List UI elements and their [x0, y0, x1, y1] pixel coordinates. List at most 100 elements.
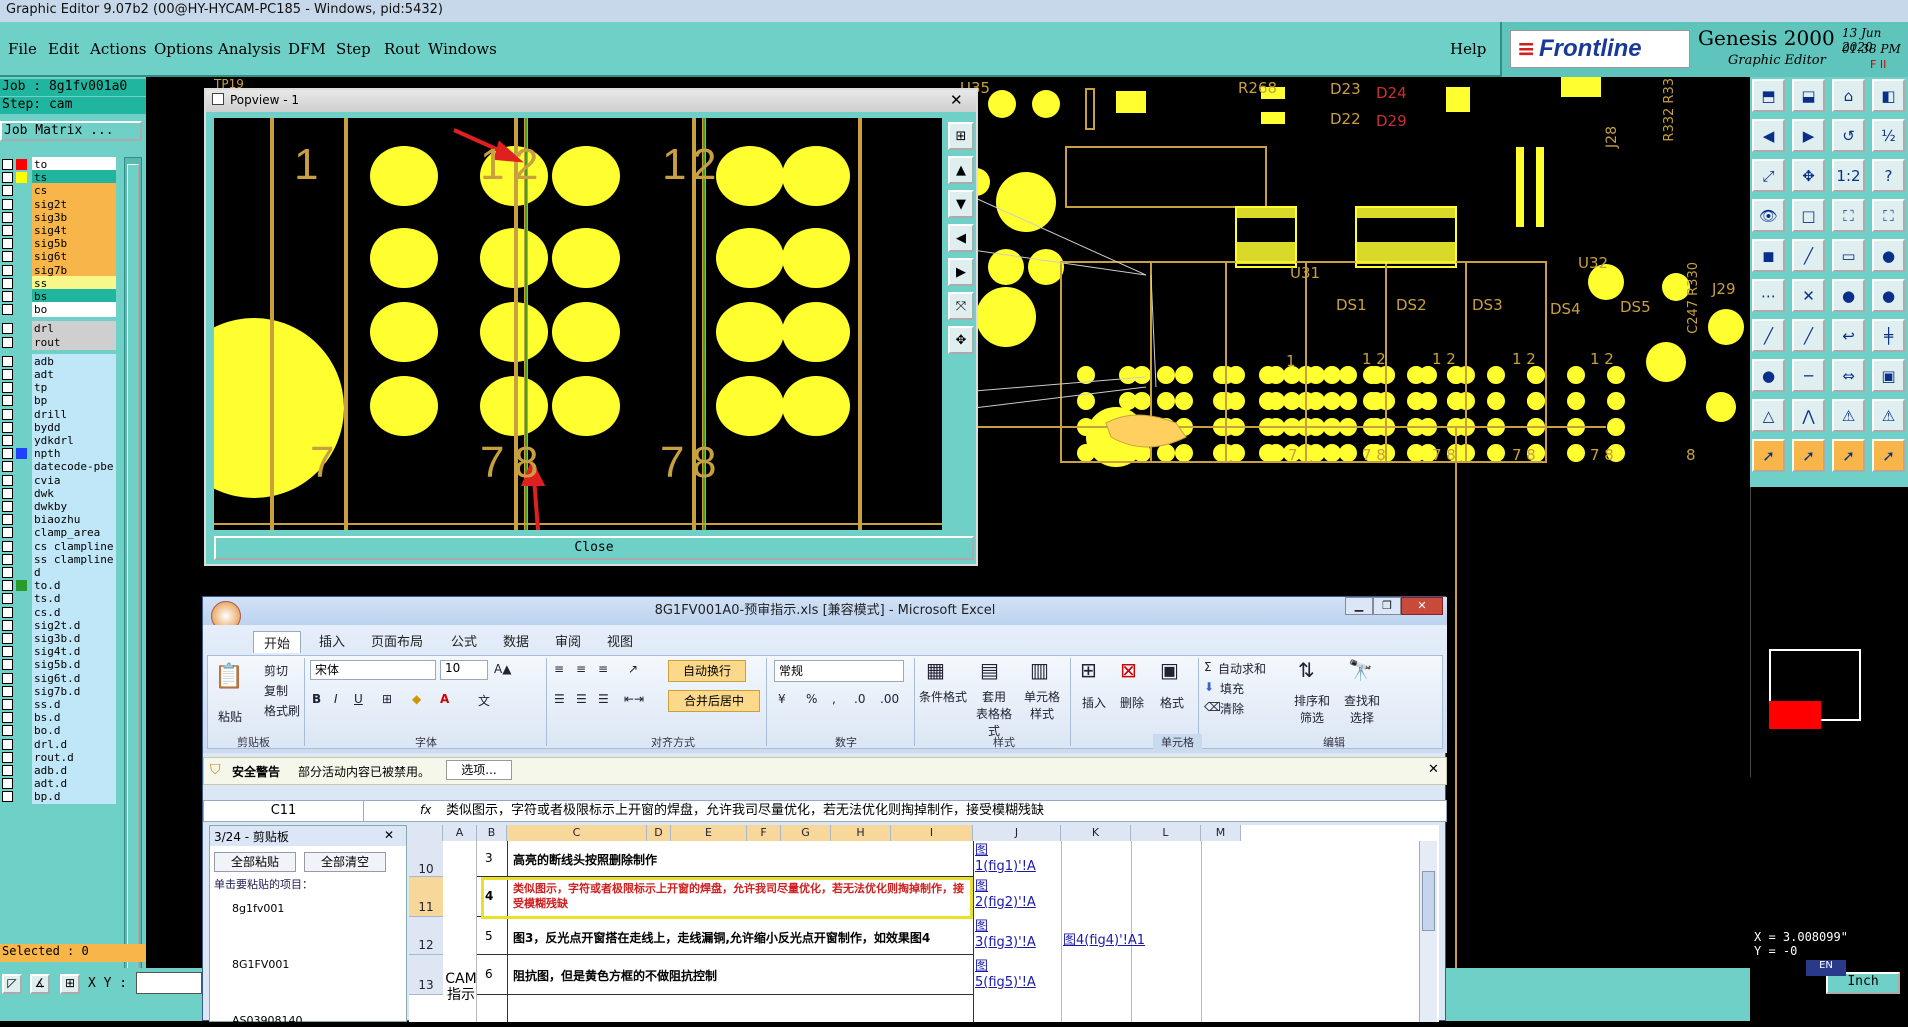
- link-fig2[interactable]: 图 2(fig2)'!A: [975, 879, 1036, 911]
- link-fig5[interactable]: 图 5(fig5)'!A: [975, 959, 1036, 991]
- security-close-icon[interactable]: ✕: [1428, 762, 1439, 777]
- column-header[interactable]: A: [443, 825, 477, 841]
- column-header[interactable]: G: [781, 825, 831, 841]
- layer-checkbox[interactable]: [2, 159, 13, 170]
- pad3-icon[interactable]: ▣: [1872, 359, 1905, 392]
- tab-home[interactable]: 开始: [253, 631, 302, 653]
- formula-input[interactable]: 类似图示，字符或者极限标示上开窗的焊盘，允许我司尽量优化，若无法优化则掏掉制作，…: [442, 801, 1442, 821]
- popview-close-icon[interactable]: ✕: [950, 91, 963, 109]
- layer-checkbox[interactable]: [2, 553, 13, 565]
- comma-icon[interactable]: ,: [832, 692, 836, 706]
- home-icon[interactable]: ⌂: [1832, 79, 1865, 112]
- menu-edit[interactable]: Edit: [48, 40, 79, 58]
- align-left-icon[interactable]: ☰: [554, 692, 565, 706]
- layer-checkbox[interactable]: [2, 751, 13, 763]
- measure-line-icon[interactable]: ─: [1792, 359, 1825, 392]
- right-icon[interactable]: ▶: [1792, 119, 1825, 152]
- column-header[interactable]: C: [507, 825, 647, 841]
- layer-checkbox[interactable]: [2, 277, 13, 289]
- layer-checkbox[interactable]: [2, 514, 13, 526]
- layer-checkbox[interactable]: [2, 712, 13, 724]
- layer-checkbox[interactable]: [2, 619, 13, 631]
- cell-c10[interactable]: 高亮的断线头按照删除制作: [513, 851, 657, 868]
- rotate-icon[interactable]: ↺: [1832, 119, 1865, 152]
- cell-styles-icon[interactable]: ▥: [1030, 658, 1049, 682]
- percent-button[interactable]: %: [806, 692, 817, 706]
- layer-checkbox[interactable]: [2, 474, 13, 486]
- autosum-button[interactable]: 自动求和: [1218, 660, 1266, 677]
- merge-center-button[interactable]: 合并后居中: [668, 690, 760, 712]
- layer-checkbox[interactable]: [2, 211, 13, 223]
- phonetic-icon[interactable]: 文: [478, 692, 490, 709]
- split-icon[interactable]: ½: [1872, 119, 1905, 152]
- border-icon[interactable]: ⊞: [382, 692, 392, 706]
- menu-step[interactable]: Step: [336, 40, 371, 58]
- format-cells-icon[interactable]: ▣: [1160, 658, 1179, 682]
- dot-line2-icon[interactable]: ●: [1872, 279, 1905, 312]
- scale-icon[interactable]: 1:2: [1832, 159, 1865, 192]
- insert-cells-button[interactable]: 插入: [1082, 694, 1106, 711]
- eye-icon[interactable]: 👁: [1752, 199, 1785, 232]
- left-icon[interactable]: ◀: [1752, 119, 1785, 152]
- excel-window[interactable]: 8G1FV001A0-预审指示.xls [兼容模式] - Microsoft E…: [202, 596, 1447, 1027]
- layer-checkbox[interactable]: [2, 699, 13, 710]
- align-middle-icon[interactable]: ≡: [576, 662, 586, 676]
- layer-checkbox[interactable]: [2, 198, 13, 210]
- line2-icon[interactable]: ╱: [1792, 319, 1825, 352]
- layer-checkbox[interactable]: [2, 580, 13, 592]
- popview-up-icon[interactable]: ▲: [948, 156, 974, 184]
- clear-button[interactable]: 清除: [1220, 700, 1244, 717]
- tab-review[interactable]: 审阅: [555, 631, 581, 650]
- clear-all-button[interactable]: 全部清空: [304, 852, 386, 872]
- job-matrix-button[interactable]: Job Matrix ...: [0, 121, 142, 141]
- pad2-icon[interactable]: ●: [1752, 359, 1785, 392]
- minimap-panel[interactable]: [1750, 487, 1908, 777]
- conditional-format-button[interactable]: 条件格式: [916, 688, 970, 705]
- font-size-select[interactable]: 10: [440, 660, 488, 680]
- find-select-icon[interactable]: 🔭: [1348, 658, 1373, 682]
- ruler-icon[interactable]: ▭: [1832, 239, 1865, 272]
- paste-button[interactable]: 粘贴: [218, 708, 242, 725]
- column-header[interactable]: I: [891, 825, 973, 841]
- popview-canvas[interactable]: 1 1 2 1 2 7 7 8 7 8: [164, 118, 942, 531]
- layer-scrollbar[interactable]: [124, 157, 142, 1019]
- format-painter-button[interactable]: 格式刷: [264, 702, 300, 719]
- layer-name[interactable]: bp.d: [32, 789, 116, 805]
- align-right-icon[interactable]: ☰: [598, 692, 609, 706]
- delete-cells-icon[interactable]: ⊠: [1120, 658, 1137, 682]
- layer-row[interactable]: bo: [0, 302, 120, 318]
- layer-checkbox[interactable]: [2, 225, 13, 236]
- tab-data[interactable]: 数据: [503, 631, 529, 650]
- arc-icon[interactable]: ↩: [1832, 319, 1865, 352]
- menu-help[interactable]: Help: [1450, 40, 1486, 58]
- insert-cells-icon[interactable]: ⊞: [1080, 658, 1097, 682]
- excel-scroll-thumb[interactable]: [1422, 871, 1435, 931]
- popview-fit-icon[interactable]: ⤧: [948, 292, 974, 320]
- layer-checkbox[interactable]: [2, 791, 13, 803]
- pen-icon[interactable]: ╱: [1752, 319, 1785, 352]
- xy-input[interactable]: [136, 972, 202, 994]
- layer-checkbox[interactable]: [2, 336, 13, 348]
- menu-rout[interactable]: Rout: [384, 40, 420, 58]
- copy-button[interactable]: 复制: [264, 682, 288, 699]
- node-icon[interactable]: ⋯: [1752, 279, 1785, 312]
- sort-filter-icon[interactable]: ⇅: [1298, 658, 1315, 682]
- fill-button[interactable]: 填充: [1220, 680, 1244, 697]
- layer-checkbox[interactable]: [2, 738, 13, 750]
- excel-titlebar[interactable]: 8G1FV001A0-预审指示.xls [兼容模式] - Microsoft E…: [203, 597, 1447, 631]
- orientation-icon[interactable]: ↗: [628, 662, 638, 676]
- layer-checkbox[interactable]: [2, 185, 13, 197]
- layer-checkbox[interactable]: [2, 408, 13, 420]
- angle-icon[interactable]: ∡: [30, 974, 50, 994]
- language-indicator[interactable]: EN: [1806, 960, 1846, 976]
- move-icon[interactable]: ✥: [1792, 159, 1825, 192]
- menu-analysis[interactable]: Analysis: [218, 40, 281, 58]
- layer-checkbox[interactable]: [2, 606, 13, 618]
- snap2-icon[interactable]: ⛶: [1872, 199, 1905, 232]
- column-header[interactable]: M: [1201, 825, 1241, 841]
- security-options-button[interactable]: 选项...: [446, 760, 512, 780]
- menu-dfm[interactable]: DFM: [288, 40, 326, 58]
- snap-icon[interactable]: ⛶: [1832, 199, 1865, 232]
- menu-options[interactable]: Options: [154, 40, 213, 58]
- layer-checkbox[interactable]: [2, 238, 13, 250]
